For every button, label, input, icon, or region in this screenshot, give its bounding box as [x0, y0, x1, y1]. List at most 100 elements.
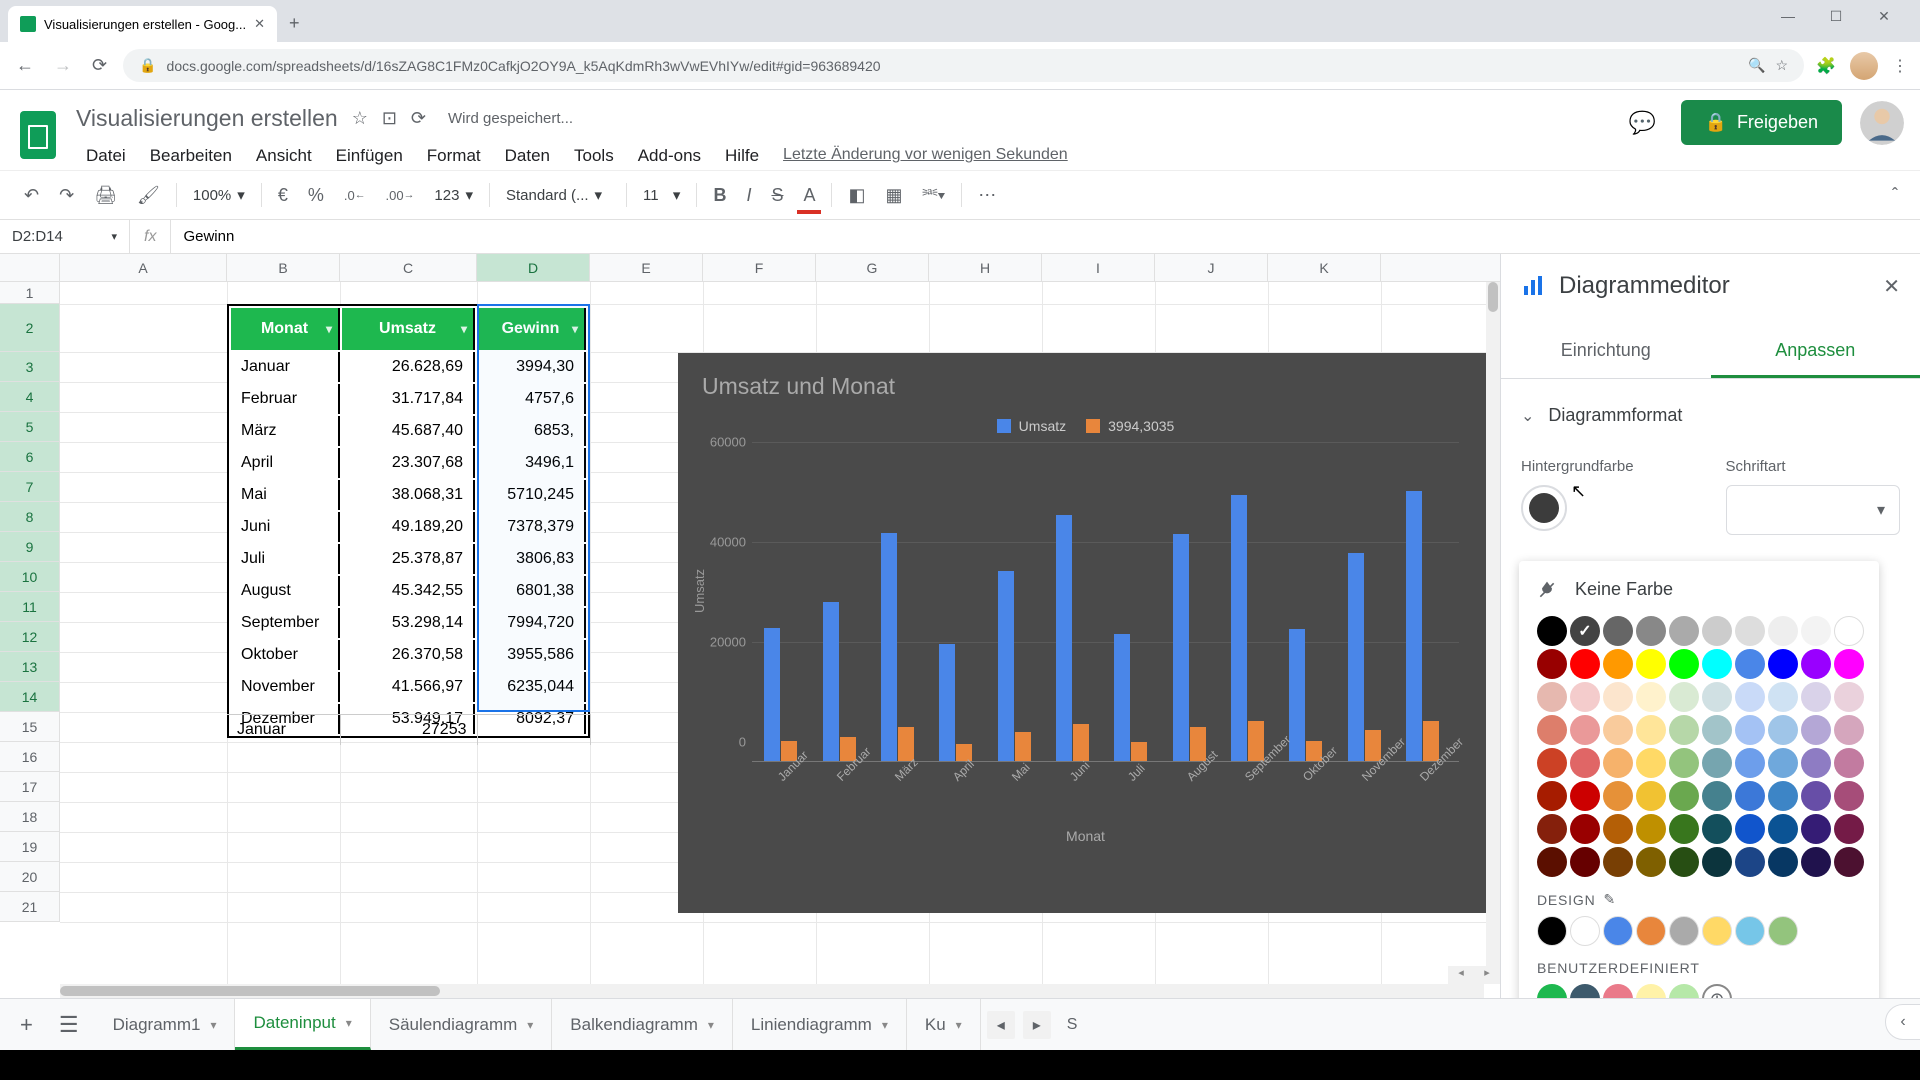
- color-swatch[interactable]: [1735, 715, 1765, 745]
- no-color-option[interactable]: Keine Farbe: [1537, 579, 1861, 600]
- color-swatch[interactable]: [1768, 715, 1798, 745]
- color-swatch[interactable]: [1570, 781, 1600, 811]
- row-header[interactable]: 19: [0, 832, 59, 862]
- column-header[interactable]: B: [227, 254, 340, 281]
- row-header[interactable]: 21: [0, 892, 59, 922]
- url-field[interactable]: 🔒 docs.google.com/spreadsheets/d/16sZAG8…: [123, 49, 1804, 82]
- color-swatch[interactable]: [1669, 814, 1699, 844]
- color-swatch[interactable]: [1669, 616, 1699, 646]
- chart[interactable]: Umsatz und Monat Umsatz3994,3035 Umsatz …: [678, 353, 1493, 913]
- color-swatch[interactable]: [1735, 781, 1765, 811]
- color-swatch[interactable]: [1834, 814, 1864, 844]
- color-swatch[interactable]: [1834, 649, 1864, 679]
- color-swatch[interactable]: [1603, 984, 1633, 998]
- undo-icon[interactable]: ↶: [16, 179, 47, 212]
- paint-format-icon[interactable]: 🖌: [129, 179, 168, 212]
- color-swatch[interactable]: [1603, 916, 1633, 946]
- color-swatch[interactable]: [1834, 616, 1864, 646]
- color-swatch[interactable]: [1603, 814, 1633, 844]
- color-swatch[interactable]: [1570, 984, 1600, 998]
- color-swatch[interactable]: [1801, 748, 1831, 778]
- color-swatch[interactable]: [1669, 682, 1699, 712]
- row-header[interactable]: 18: [0, 802, 59, 832]
- color-swatch[interactable]: [1537, 748, 1567, 778]
- menu-hilfe[interactable]: Hilfe: [715, 142, 769, 170]
- row-header[interactable]: 15: [0, 712, 59, 742]
- column-header[interactable]: C: [340, 254, 477, 281]
- menu-ansicht[interactable]: Ansicht: [246, 142, 322, 170]
- color-swatch[interactable]: [1768, 748, 1798, 778]
- select-all-corner[interactable]: [0, 254, 60, 282]
- color-swatch[interactable]: [1636, 984, 1666, 998]
- percent-format-button[interactable]: %: [300, 179, 332, 212]
- color-swatch[interactable]: [1636, 847, 1666, 877]
- color-swatch[interactable]: [1636, 682, 1666, 712]
- color-swatch[interactable]: [1537, 682, 1567, 712]
- color-swatch[interactable]: [1801, 715, 1831, 745]
- menu-icon[interactable]: ⋮: [1892, 56, 1908, 76]
- bold-button[interactable]: B: [705, 179, 734, 212]
- increase-decimal-button[interactable]: .00→: [378, 182, 423, 209]
- profile-avatar-icon[interactable]: [1850, 52, 1878, 80]
- menu-einfügen[interactable]: Einfügen: [326, 142, 413, 170]
- new-tab-button[interactable]: +: [277, 5, 312, 42]
- color-swatch[interactable]: [1669, 984, 1699, 998]
- merge-cells-button[interactable]: ⎃▾: [915, 179, 954, 212]
- color-swatch[interactable]: [1735, 649, 1765, 679]
- color-swatch[interactable]: [1603, 649, 1633, 679]
- zoom-dropdown[interactable]: 100% ▾: [185, 182, 253, 208]
- color-swatch[interactable]: [1570, 916, 1600, 946]
- close-tab-icon[interactable]: ✕: [254, 16, 265, 32]
- menu-tools[interactable]: Tools: [564, 142, 624, 170]
- color-swatch[interactable]: [1702, 715, 1732, 745]
- color-swatch[interactable]: [1603, 748, 1633, 778]
- color-swatch[interactable]: [1768, 847, 1798, 877]
- color-swatch[interactable]: [1636, 649, 1666, 679]
- sheet-tab[interactable]: Balkendiagramm▾: [552, 999, 733, 1050]
- text-color-button[interactable]: A: [795, 179, 823, 212]
- section-chart-format[interactable]: ⌄ Diagrammformat: [1521, 397, 1900, 434]
- color-swatch[interactable]: [1735, 916, 1765, 946]
- color-swatch[interactable]: [1834, 847, 1864, 877]
- color-swatch[interactable]: [1537, 847, 1567, 877]
- column-header[interactable]: J: [1155, 254, 1268, 281]
- color-swatch[interactable]: [1603, 715, 1633, 745]
- star-icon[interactable]: ☆: [1776, 57, 1789, 74]
- row-header[interactable]: 4: [0, 382, 59, 412]
- extensions-icon[interactable]: 🧩: [1816, 56, 1836, 76]
- color-swatch[interactable]: [1702, 748, 1732, 778]
- color-swatch[interactable]: [1801, 814, 1831, 844]
- color-swatch[interactable]: [1768, 781, 1798, 811]
- italic-button[interactable]: I: [738, 179, 759, 212]
- color-swatch[interactable]: [1801, 682, 1831, 712]
- number-format-dropdown[interactable]: 123▾: [426, 182, 481, 208]
- add-custom-color-button[interactable]: ⊕: [1702, 984, 1732, 998]
- strikethrough-button[interactable]: S: [763, 179, 791, 212]
- row-header[interactable]: 8: [0, 502, 59, 532]
- row-header[interactable]: 16: [0, 742, 59, 772]
- row-header[interactable]: 11: [0, 592, 59, 622]
- close-window-icon[interactable]: ✕: [1864, 4, 1904, 29]
- side-panel-toggle-icon[interactable]: ‹: [1885, 1004, 1920, 1040]
- color-swatch[interactable]: [1768, 649, 1798, 679]
- color-swatch[interactable]: [1702, 916, 1732, 946]
- color-swatch[interactable]: [1537, 781, 1567, 811]
- column-header[interactable]: F: [703, 254, 816, 281]
- color-swatch[interactable]: [1669, 649, 1699, 679]
- row-header[interactable]: 9: [0, 532, 59, 562]
- color-swatch[interactable]: [1768, 814, 1798, 844]
- color-swatch[interactable]: [1768, 682, 1798, 712]
- color-swatch[interactable]: [1702, 814, 1732, 844]
- color-swatch[interactable]: [1537, 715, 1567, 745]
- color-swatch[interactable]: [1735, 748, 1765, 778]
- menu-bearbeiten[interactable]: Bearbeiten: [140, 142, 242, 170]
- maximize-icon[interactable]: ☐: [1816, 4, 1856, 29]
- scroll-right-icon[interactable]: ▸: [1474, 966, 1500, 984]
- row-header[interactable]: 5: [0, 412, 59, 442]
- color-swatch[interactable]: [1603, 682, 1633, 712]
- font-dropdown[interactable]: Standard (... ▾: [498, 182, 618, 208]
- row-header[interactable]: 3: [0, 352, 59, 382]
- color-swatch[interactable]: [1603, 781, 1633, 811]
- color-swatch[interactable]: [1768, 616, 1798, 646]
- column-header[interactable]: K: [1268, 254, 1381, 281]
